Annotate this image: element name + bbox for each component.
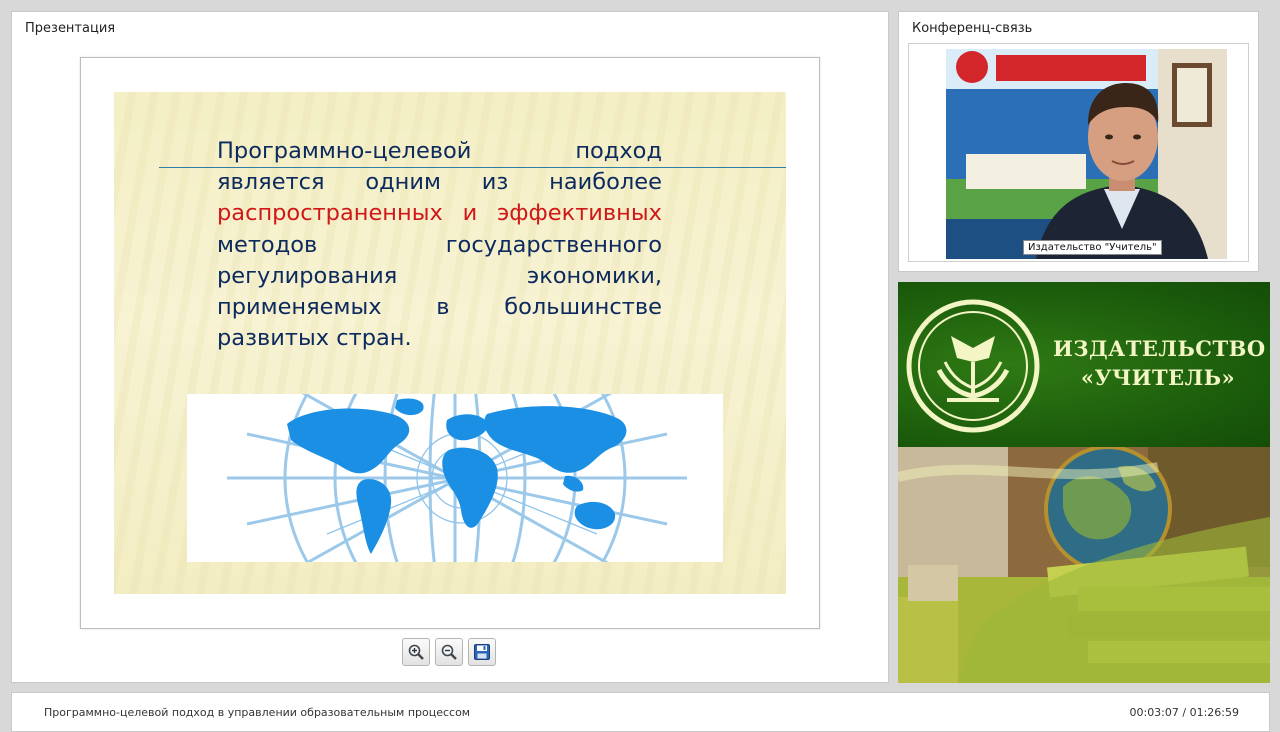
slide-text-line: регулирования экономики, — [217, 261, 662, 292]
slide-word: является — [217, 169, 325, 196]
zoom-in-icon — [408, 644, 424, 660]
zoom-out-button[interactable] — [435, 638, 463, 666]
slide-word: наиболее — [549, 169, 662, 196]
books-globe-image — [898, 445, 1270, 683]
save-button[interactable] — [468, 638, 496, 666]
slide-word: одним — [365, 169, 441, 196]
slide-word: большинстве — [504, 294, 662, 321]
speaker-video[interactable]: Издательство "Учитель" — [946, 49, 1227, 259]
conference-panel-title: Конференц-связь — [912, 21, 1033, 36]
slide-word: регулирования — [217, 262, 398, 289]
footer-bar: Программно-целевой подход в управлении о… — [11, 692, 1270, 732]
slide-text-line: является одним из наиболее — [217, 167, 662, 198]
publisher-name-line2: «УЧИТЕЛЬ» — [1080, 365, 1236, 390]
lecture-title: Программно-целевой подход в управлении о… — [44, 706, 471, 719]
slide-word: экономики, — [526, 262, 662, 289]
world-map-image — [187, 394, 723, 562]
slide: Программно-целевой подход является одним из н… — [114, 92, 786, 594]
slide-word: в — [436, 294, 450, 321]
slide-text-line: методов государственного — [217, 230, 662, 261]
slide-text-line: Программно-целевой подход — [217, 136, 662, 167]
book-logo-icon — [906, 299, 1040, 433]
publisher-name: ИЗДАТЕЛЬСТВО «УЧИТЕЛЬ» — [1053, 334, 1266, 392]
presentation-panel-title: Презентация — [25, 21, 116, 36]
world-map-globe-icon — [227, 394, 687, 562]
slide-toolbar — [402, 638, 496, 666]
slide-word: и — [462, 200, 478, 227]
conference-panel: Конференц-связь Издательство "Учитель" — [898, 11, 1259, 272]
slide-viewer[interactable]: Программно-целевой подход является одним из н… — [80, 57, 820, 629]
slide-word: подход — [575, 138, 662, 164]
slide-word: распространенных — [217, 200, 443, 227]
video-frame: Издательство "Учитель" — [908, 43, 1249, 262]
books-globe-icon — [898, 445, 1270, 683]
slide-text-line: распространенных и эффективных — [217, 198, 662, 229]
slide-word: методов — [217, 231, 318, 258]
slide-word: государственного — [445, 231, 662, 258]
zoom-in-button[interactable] — [402, 638, 430, 666]
slide-word: Программно-целевой — [217, 138, 472, 164]
slide-text-line: применяемых в большинстве — [217, 292, 662, 323]
video-caption: Издательство "Учитель" — [1023, 240, 1162, 255]
speaker-video-icon — [946, 49, 1227, 259]
floppy-disk-icon — [474, 644, 490, 660]
slide-text-line: развитых стран. — [217, 323, 662, 354]
playback-timecode: 00:03:07 / 01:26:59 — [1129, 706, 1239, 719]
publisher-banner-top: ИЗДАТЕЛЬСТВО «УЧИТЕЛЬ» — [898, 282, 1270, 447]
slide-word: эффективных — [496, 200, 662, 227]
slide-word: из — [481, 169, 509, 196]
publisher-banner: ИЗДАТЕЛЬСТВО «УЧИТЕЛЬ» — [898, 282, 1270, 683]
slide-word: развитых стран. — [217, 325, 412, 352]
presentation-panel: Презентация Программно-целевой подход явля… — [11, 11, 889, 683]
slide-word: применяемых — [217, 294, 382, 321]
slide-text: Программно-целевой подход является одним из н… — [217, 136, 662, 354]
zoom-out-icon — [441, 644, 457, 660]
publisher-name-line1: ИЗДАТЕЛЬСТВО — [1053, 336, 1266, 361]
